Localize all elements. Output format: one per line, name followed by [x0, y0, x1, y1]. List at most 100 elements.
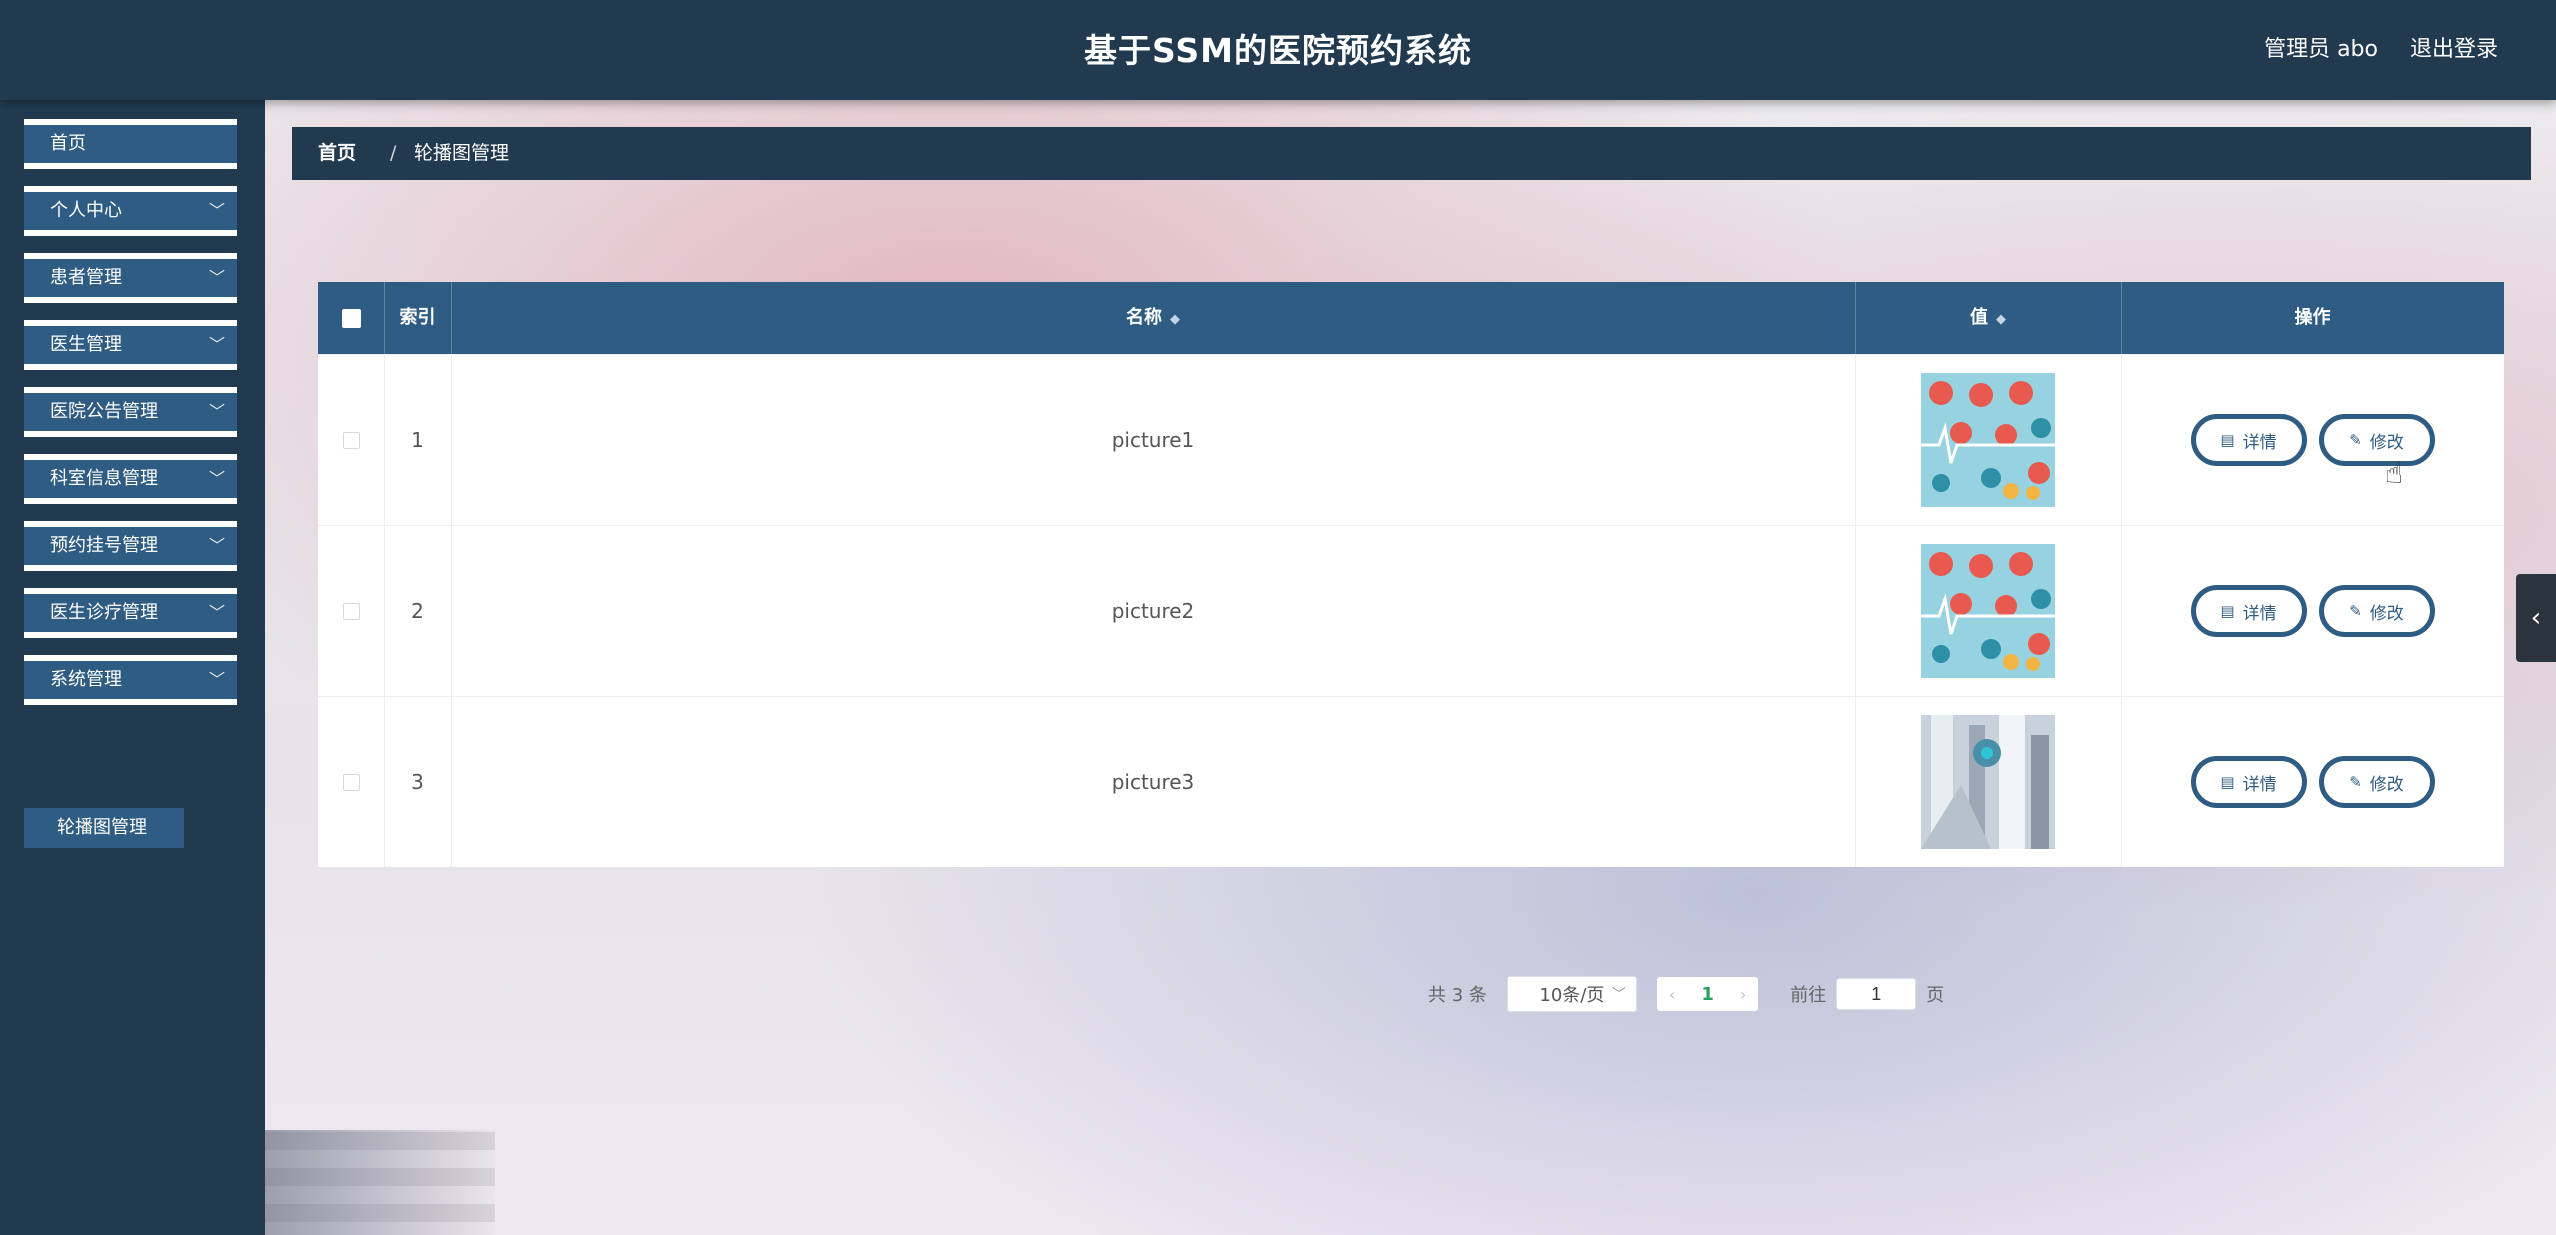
- row-actions: ▤ 详情 ✎ 修改: [2121, 526, 2504, 696]
- detail-button[interactable]: ▤ 详情: [2190, 585, 2307, 637]
- row-index: 1: [384, 355, 452, 525]
- sidebar-item-label: 医生诊疗管理: [50, 602, 158, 623]
- breadcrumb-current: 轮播图管理: [414, 142, 510, 164]
- sidebar-item-departments[interactable]: 科室信息管理 ﹀: [24, 454, 237, 504]
- sidebar-item-label: 患者管理: [50, 267, 122, 288]
- pencil-icon: ✎: [2349, 773, 2362, 791]
- column-header-index: 索引: [384, 282, 452, 354]
- chevron-down-icon: ﹀: [208, 670, 225, 689]
- sort-icon[interactable]: ◆: [1170, 312, 1180, 327]
- pencil-icon: ✎: [2349, 431, 2362, 449]
- next-page-icon[interactable]: ›: [1740, 985, 1746, 1004]
- page-navigator: ‹ 1 ›: [1656, 977, 1759, 1011]
- chevron-down-icon: ﹀: [208, 201, 225, 220]
- chevron-down-icon: ﹀: [1611, 987, 1626, 1003]
- edit-button[interactable]: ✎ 修改: [2318, 414, 2435, 466]
- row-checkbox[interactable]: [342, 773, 360, 791]
- edit-button[interactable]: ✎ 修改: [2318, 756, 2435, 808]
- sidebar-item-label: 个人中心: [50, 200, 122, 221]
- select-all-checkbox[interactable]: [341, 308, 361, 328]
- sidebar-item-system[interactable]: 系统管理 ﹀: [24, 655, 237, 705]
- sidebar-item-label: 系统管理: [50, 669, 122, 690]
- goto-page-input[interactable]: [1836, 978, 1917, 1010]
- pagination-total: 共 3 条: [1428, 985, 1487, 1006]
- row-checkbox[interactable]: [342, 431, 360, 449]
- page-suffix: 页: [1926, 985, 1945, 1006]
- row-index: 3: [384, 697, 452, 867]
- table-row: 2 picture2 ▤ 详情 ✎ 修改: [318, 525, 2504, 696]
- row-index: 2: [384, 526, 452, 696]
- detail-label: 详情: [2242, 603, 2277, 624]
- edit-label: 修改: [2369, 774, 2404, 795]
- carousel-thumbnail-image[interactable]: [1921, 715, 2055, 849]
- sidebar-item-announcements[interactable]: 医院公告管理 ﹀: [24, 387, 237, 437]
- user-area: 管理员 abo 退出登录: [2264, 31, 2498, 63]
- table-row: 1 picture1 ▤ 详情 ✎ 修改: [318, 354, 2504, 525]
- detail-button[interactable]: ▤ 详情: [2190, 414, 2307, 466]
- row-name: picture1: [451, 355, 1856, 525]
- goto-label: 前往: [1790, 985, 1827, 1006]
- column-header-value-label: 值: [1970, 307, 1988, 328]
- column-header-value[interactable]: 值 ◆: [1855, 282, 2122, 354]
- chevron-down-icon: ﹀: [208, 335, 225, 354]
- top-bar: 基于SSM的医院预约系统 管理员 abo 退出登录: [0, 0, 2556, 100]
- hand-cursor-icon: ☝: [2385, 456, 2404, 491]
- sidebar-subitem-carousel[interactable]: 轮播图管理: [24, 808, 184, 848]
- column-header-actions: 操作: [2294, 307, 2331, 328]
- document-icon: ▤: [2220, 431, 2235, 449]
- edit-label: 修改: [2369, 603, 2404, 624]
- row-value-cell: [1855, 697, 2122, 867]
- table-header: 索引 名称 ◆ 值 ◆ 操作: [318, 282, 2504, 354]
- sidebar: 首页 个人中心 ﹀ 患者管理 ﹀ 医生管理 ﹀ 医院公告管理 ﹀ 科室信息管理 …: [0, 100, 265, 1235]
- sidebar-item-home[interactable]: 首页: [24, 119, 237, 169]
- detail-label: 详情: [2242, 432, 2277, 453]
- prev-page-icon[interactable]: ‹: [1669, 985, 1675, 1004]
- sidebar-item-label: 首页: [50, 133, 86, 154]
- carousel-thumbnail-image[interactable]: [1921, 373, 2055, 507]
- sidebar-item-personal-center[interactable]: 个人中心 ﹀: [24, 186, 237, 236]
- pencil-icon: ✎: [2349, 602, 2362, 620]
- row-checkbox-cell: [318, 526, 385, 696]
- user-label[interactable]: 管理员 abo: [2264, 31, 2378, 63]
- row-checkbox-cell: [318, 355, 385, 525]
- row-actions: ▤ 详情 ✎ 修改: [2121, 355, 2504, 525]
- sidebar-item-doctors[interactable]: 医生管理 ﹀: [24, 320, 237, 370]
- sidebar-item-label: 科室信息管理: [50, 468, 158, 489]
- page-size-select[interactable]: 10条/页 ﹀: [1506, 976, 1637, 1012]
- detail-button[interactable]: ▤ 详情: [2190, 756, 2307, 808]
- sidebar-item-diagnosis[interactable]: 医生诊疗管理 ﹀: [24, 588, 237, 638]
- row-value-cell: [1855, 526, 2122, 696]
- detail-label: 详情: [2242, 774, 2277, 795]
- chevron-down-icon: ﹀: [208, 603, 225, 622]
- row-checkbox[interactable]: [342, 602, 360, 620]
- breadcrumb-home[interactable]: 首页: [318, 127, 356, 180]
- row-value-cell: [1855, 355, 2122, 525]
- sidebar-item-appointments[interactable]: 预约挂号管理 ﹀: [24, 521, 237, 571]
- logout-button[interactable]: 退出登录: [2410, 31, 2498, 63]
- pagination: 共 3 条 10条/页 ﹀ ‹ 1 › 前往 页: [1428, 976, 1944, 1012]
- row-actions: ▤ 详情 ✎ 修改: [2121, 697, 2504, 867]
- sidebar-item-label: 预约挂号管理: [50, 535, 158, 556]
- breadcrumb: 首页 / 轮播图管理: [292, 127, 2531, 180]
- data-table: 索引 名称 ◆ 值 ◆ 操作 1 picture1 ▤ 详情 ✎ 修改 2 pi…: [318, 282, 2504, 867]
- chevron-down-icon: ﹀: [208, 536, 225, 555]
- row-name: picture3: [451, 697, 1856, 867]
- sidebar-item-patients[interactable]: 患者管理 ﹀: [24, 253, 237, 303]
- background-mosaic: [265, 1130, 495, 1235]
- row-name: picture2: [451, 526, 1856, 696]
- sort-icon[interactable]: ◆: [1996, 312, 2006, 327]
- document-icon: ▤: [2220, 602, 2235, 620]
- collapse-toggle-icon[interactable]: ‹: [2516, 574, 2556, 662]
- row-checkbox-cell: [318, 697, 385, 867]
- carousel-thumbnail-image[interactable]: [1921, 544, 2055, 678]
- table-row: 3 picture3 ▤ 详情 ✎ 修改: [318, 696, 2504, 867]
- column-header-name[interactable]: 名称 ◆: [451, 282, 1856, 354]
- page-number[interactable]: 1: [1701, 984, 1714, 1005]
- chevron-down-icon: ﹀: [208, 469, 225, 488]
- sidebar-item-label: 医生管理: [50, 334, 122, 355]
- edit-button[interactable]: ✎ 修改: [2318, 585, 2435, 637]
- main-content: 首页 / 轮播图管理 索引 名称 ◆ 值 ◆ 操作 1 picture1 ▤ 详…: [265, 100, 2556, 1235]
- page-size-value: 10条/页: [1539, 985, 1605, 1006]
- chevron-down-icon: ﹀: [208, 402, 225, 421]
- column-header-name-label: 名称: [1126, 307, 1162, 328]
